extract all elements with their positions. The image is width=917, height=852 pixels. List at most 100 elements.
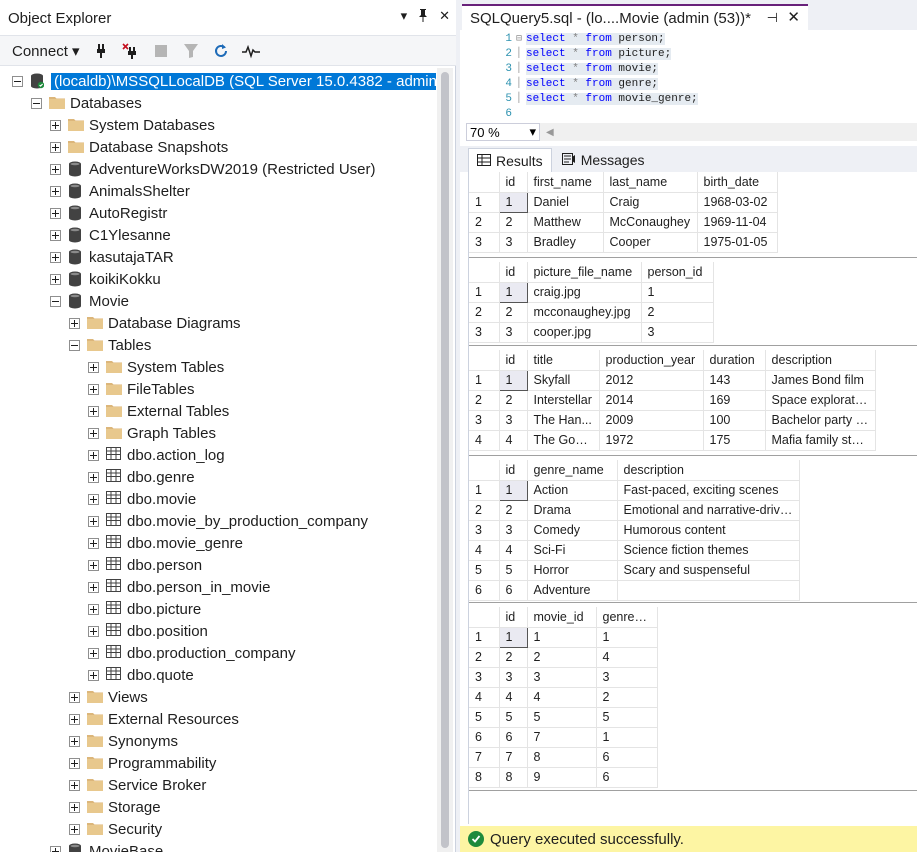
- table-cell[interactable]: Drama: [527, 500, 618, 521]
- table-cell[interactable]: 4: [499, 430, 528, 451]
- table-cell[interactable]: 8: [527, 747, 597, 768]
- expand-toggle-icon[interactable]: [50, 141, 61, 153]
- column-header[interactable]: last_name: [603, 172, 698, 193]
- table-cell[interactable]: 6: [596, 767, 658, 788]
- row-number[interactable]: 2: [469, 647, 500, 668]
- tree-node[interactable]: Service Broker: [69, 774, 206, 796]
- expand-toggle-icon[interactable]: [88, 383, 99, 395]
- table-cell[interactable]: 3: [499, 322, 528, 343]
- expand-toggle-icon[interactable]: [88, 471, 99, 483]
- table-cell[interactable]: 1: [527, 627, 597, 648]
- table-cell[interactable]: 175: [703, 430, 766, 451]
- tree-node[interactable]: dbo.person: [88, 554, 202, 576]
- table-cell[interactable]: 4: [499, 540, 528, 561]
- table-cell[interactable]: Space exploration: [765, 390, 876, 411]
- query-tab[interactable]: SQLQuery5.sql - (lo....Movie (admin (53)…: [462, 4, 808, 30]
- close-panel-icon[interactable]: ✕: [439, 8, 450, 25]
- table-row[interactable]: 5 5 Horror Scary and suspenseful: [469, 560, 800, 581]
- column-header[interactable]: genre_id: [596, 607, 658, 628]
- expand-toggle-icon[interactable]: [88, 669, 99, 681]
- table-cell[interactable]: 6: [499, 727, 528, 748]
- expand-toggle-icon[interactable]: [69, 735, 80, 747]
- refresh-icon[interactable]: [212, 42, 230, 60]
- table-cell[interactable]: Cooper: [603, 232, 698, 253]
- table-cell[interactable]: [617, 580, 800, 601]
- table-row[interactable]: 3333: [469, 667, 658, 688]
- table-cell[interactable]: 5: [499, 707, 528, 728]
- row-number[interactable]: 2: [469, 302, 500, 323]
- column-header[interactable]: person_id: [641, 262, 714, 283]
- column-header[interactable]: birth_date: [697, 172, 778, 193]
- column-header[interactable]: picture_file_name: [527, 262, 642, 283]
- table-cell[interactable]: Interstellar: [527, 390, 600, 411]
- table-cell[interactable]: 4: [499, 687, 528, 708]
- row-number[interactable]: 8: [469, 767, 500, 788]
- table-cell[interactable]: Bradley: [527, 232, 604, 253]
- table-cell[interactable]: 169: [703, 390, 766, 411]
- row-number[interactable]: 5: [469, 707, 500, 728]
- table-cell[interactable]: 2: [527, 647, 597, 668]
- code-line[interactable]: 1 ⊟ select * from person;: [480, 31, 665, 46]
- expand-toggle-icon[interactable]: [88, 559, 99, 571]
- expand-toggle-icon[interactable]: [50, 163, 61, 175]
- table-cell[interactable]: 3: [499, 520, 528, 541]
- row-number[interactable]: 7: [469, 747, 500, 768]
- column-header[interactable]: id: [499, 350, 528, 371]
- table-row[interactable]: 2224: [469, 647, 658, 668]
- tree-node[interactable]: External Resources: [69, 708, 239, 730]
- table-row[interactable]: 7786: [469, 747, 658, 768]
- code-line[interactable]: 3 │ select * from movie;: [480, 61, 659, 76]
- column-header[interactable]: description: [765, 350, 876, 371]
- table-cell[interactable]: Daniel: [527, 192, 604, 213]
- table-row[interactable]: 3 3 cooper.jpg 3: [469, 322, 714, 343]
- table-cell[interactable]: 3: [527, 667, 597, 688]
- table-row[interactable]: 2 2 Matthew McConaughey 1969-11-04: [469, 212, 778, 233]
- table-cell[interactable]: 2012: [599, 370, 704, 391]
- table-cell[interactable]: 3: [641, 322, 714, 343]
- table-row[interactable]: 6 6 Adventure: [469, 580, 800, 601]
- tree-node[interactable]: System Tables: [88, 356, 224, 378]
- expand-toggle-icon[interactable]: [50, 119, 61, 131]
- expand-toggle-icon[interactable]: [50, 229, 61, 241]
- expand-toggle-icon[interactable]: [69, 713, 80, 725]
- expand-toggle-icon[interactable]: [69, 779, 80, 791]
- row-number[interactable]: 1: [469, 480, 500, 501]
- column-header[interactable]: id: [499, 607, 528, 628]
- table-row[interactable]: 4442: [469, 687, 658, 708]
- expand-toggle-icon[interactable]: [88, 427, 99, 439]
- table-row[interactable]: 1 1 Skyfall 2012 143 James Bond film: [469, 369, 876, 391]
- tab-messages[interactable]: Messages: [554, 148, 653, 172]
- tree-node[interactable]: dbo.movie_by_production_company: [88, 510, 368, 532]
- expand-toggle-icon[interactable]: [88, 647, 99, 659]
- column-header[interactable]: id: [499, 172, 528, 193]
- grid-corner[interactable]: [469, 262, 500, 283]
- collapse-toggle-icon[interactable]: [31, 97, 42, 109]
- table-row[interactable]: 1 1 Daniel Craig 1968-03-02: [469, 191, 778, 213]
- grid-corner[interactable]: [469, 460, 500, 481]
- table-row[interactable]: 2 2 Interstellar 2014 169 Space exploration: [469, 390, 876, 411]
- tree-node[interactable]: Movie: [50, 290, 129, 312]
- table-row[interactable]: 3 3 The Han... 2009 100 Bachelor party c...: [469, 410, 876, 431]
- object-explorer-scrollbar[interactable]: [437, 68, 453, 852]
- tree-node[interactable]: Views: [69, 686, 148, 708]
- pin-tab-icon[interactable]: ⊣: [767, 10, 778, 26]
- window-position-dropdown-icon[interactable]: ▾: [401, 8, 408, 25]
- collapse-toggle-icon[interactable]: [50, 295, 61, 307]
- tree-node[interactable]: MovieBase: [50, 840, 163, 852]
- scrollbar-thumb[interactable]: [441, 72, 449, 848]
- table-row[interactable]: 5555: [469, 707, 658, 728]
- table-cell[interactable]: 2014: [599, 390, 704, 411]
- row-number[interactable]: 1: [469, 192, 500, 213]
- table-cell[interactable]: 7: [527, 727, 597, 748]
- table-cell[interactable]: 5: [596, 707, 658, 728]
- table-cell[interactable]: 2009: [599, 410, 704, 431]
- table-cell[interactable]: 2: [641, 302, 714, 323]
- code-line[interactable]: 4 │ select * from genre;: [480, 76, 659, 91]
- connect-plug-icon[interactable]: [92, 42, 110, 60]
- row-number[interactable]: 2: [469, 212, 500, 233]
- table-row[interactable]: 1 1 Action Fast-paced, exciting scenes: [469, 479, 800, 501]
- tree-node[interactable]: Tables: [69, 334, 151, 356]
- grid-corner[interactable]: [469, 607, 500, 628]
- table-row[interactable]: 1111: [469, 626, 658, 648]
- tree-node[interactable]: dbo.movie: [88, 488, 196, 510]
